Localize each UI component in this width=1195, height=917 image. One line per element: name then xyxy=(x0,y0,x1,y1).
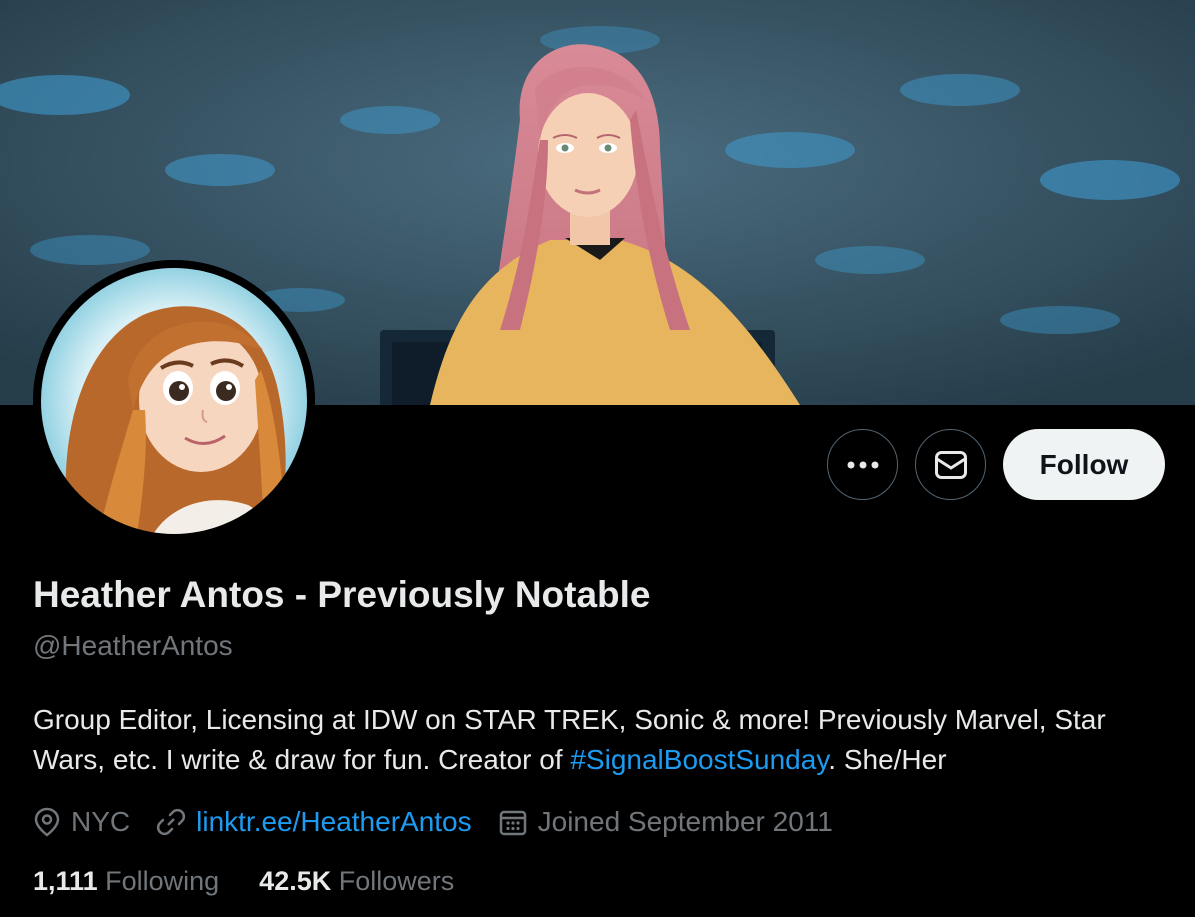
following-label: Following xyxy=(105,866,220,896)
follow-button-label: Follow xyxy=(1039,448,1129,480)
followers-count: 42.5K xyxy=(259,866,332,896)
display-name: Heather Antos - Previously Notable xyxy=(33,574,651,615)
following-count: 1,111 xyxy=(33,866,98,896)
profile-avatar[interactable] xyxy=(33,260,315,542)
mail-icon xyxy=(934,450,967,479)
user-handle: @HeatherAntos xyxy=(33,630,233,661)
profile-bio: Group Editor, Licensing at IDW on STAR T… xyxy=(33,700,1163,780)
joined-date: Joined September 2011 xyxy=(537,806,833,837)
message-button[interactable] xyxy=(915,429,986,500)
profile-stats: 1,111 Following 42.5K Followers xyxy=(33,866,494,897)
location-item: NYC xyxy=(33,806,130,838)
follow-button[interactable]: Follow xyxy=(1003,429,1165,500)
bio-hashtag-link[interactable]: #SignalBoostSunday xyxy=(570,744,828,775)
avatar-illustration xyxy=(33,260,315,542)
website-item[interactable]: linktr.ee/HeatherAntos xyxy=(156,806,472,838)
followers-label: Followers xyxy=(338,866,455,896)
calendar-icon xyxy=(499,810,526,836)
profile-page: Follow Heather Antos - Previously Notabl… xyxy=(0,0,1195,917)
link-icon xyxy=(157,808,186,836)
website-link[interactable]: linktr.ee/HeatherAntos xyxy=(196,806,472,838)
location-text: NYC xyxy=(71,806,131,837)
more-horizontal-icon xyxy=(847,461,878,468)
following-link[interactable]: 1,111 Following xyxy=(33,866,219,897)
followers-link[interactable]: 42.5K Followers xyxy=(259,866,454,897)
bio-text-end: . She/Her xyxy=(828,744,947,775)
profile-meta: NYC linktr.ee/HeatherAntos Joined Septem… xyxy=(33,804,859,840)
location-pin-icon xyxy=(34,807,60,837)
more-options-button[interactable] xyxy=(827,429,898,500)
joined-item: Joined September 2011 xyxy=(498,806,833,838)
